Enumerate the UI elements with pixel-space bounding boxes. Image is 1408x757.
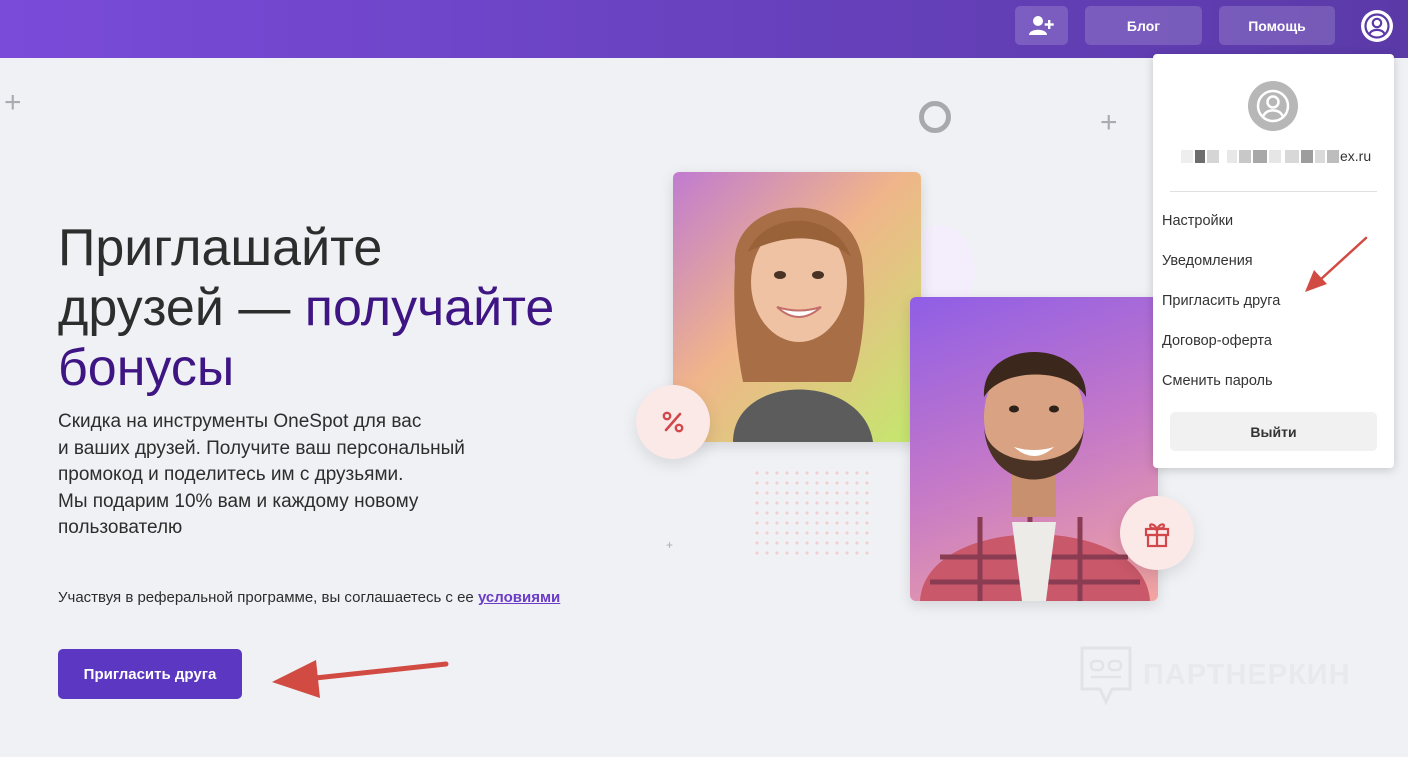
- annotation-arrow-icon: [1305, 236, 1368, 292]
- blog-button[interactable]: Блог: [1085, 6, 1202, 45]
- user-email-visible: ex.ru: [1340, 148, 1372, 164]
- hero-description: Скидка на инструменты OneSpot для вас и …: [58, 409, 528, 542]
- woman-illustration: [733, 207, 873, 442]
- menu-item-notifications[interactable]: Уведомления: [1162, 253, 1253, 269]
- user-menu-button[interactable]: [1361, 10, 1393, 42]
- desc-line: промокод и поделитесь им с друзьями.: [58, 464, 404, 485]
- dots-decoration: [752, 468, 874, 560]
- title-line-2: друзей —: [58, 279, 305, 337]
- user-email: ex.ru: [1181, 148, 1371, 168]
- desc-line: и ваших друзей. Получите ваш персональны…: [58, 437, 465, 459]
- plus-decoration: +: [1100, 106, 1118, 139]
- menu-item-settings[interactable]: Настройки: [1162, 213, 1233, 229]
- title-accent-1: получайте: [304, 279, 555, 337]
- logout-button[interactable]: Выйти: [1170, 412, 1377, 451]
- menu-item-offer-agreement[interactable]: Договор-оферта: [1162, 333, 1272, 349]
- man-photo: [910, 297, 1158, 601]
- percent-icon: [662, 411, 684, 433]
- menu-avatar: [1248, 81, 1298, 131]
- plus-decoration: +: [4, 86, 22, 119]
- invite-user-button[interactable]: [1015, 6, 1068, 45]
- user-avatar-icon: [1364, 13, 1390, 39]
- watermark-logo-icon: [1080, 646, 1132, 705]
- menu-item-change-password[interactable]: Сменить пароль: [1162, 373, 1273, 389]
- help-button[interactable]: Помощь: [1219, 6, 1335, 45]
- desc-line: Мы подарим 10% вам и каждому новому: [58, 490, 419, 512]
- menu-divider: [1170, 191, 1377, 192]
- terms-notice: Участвуя в реферальной программе, вы сог…: [58, 589, 560, 606]
- gift-badge: [1120, 496, 1194, 570]
- gift-icon: [1144, 523, 1170, 548]
- terms-link[interactable]: условиями: [478, 589, 560, 606]
- annotation-arrow-icon: [272, 660, 449, 698]
- plus-decoration: +: [666, 538, 674, 552]
- watermark: ПАРТНЕРКИН: [1079, 645, 1351, 705]
- desc-line: Скидка на инструменты OneSpot для вас: [58, 411, 422, 432]
- title-accent-2: бонусы: [58, 339, 235, 397]
- watermark-text: ПАРТНЕРКИН: [1143, 658, 1351, 691]
- desc-line: пользователю: [58, 517, 183, 538]
- ring-decoration: [919, 101, 951, 133]
- terms-text: Участвуя в реферальной программе, вы сог…: [58, 589, 478, 606]
- menu-item-invite-friend[interactable]: Пригласить друга: [1162, 293, 1280, 309]
- title-line-1: Приглашайте: [58, 219, 383, 277]
- user-icon: [1256, 89, 1290, 123]
- page-title: Приглашайте друзей — получайте бонусы: [58, 218, 638, 398]
- add-user-icon: [1028, 15, 1054, 35]
- woman-photo: [673, 172, 921, 442]
- top-bar: Блог Помощь: [0, 0, 1408, 58]
- discount-badge: [636, 385, 710, 459]
- invite-friend-button[interactable]: Пригласить друга: [58, 649, 242, 699]
- man-illustration: [920, 352, 1150, 601]
